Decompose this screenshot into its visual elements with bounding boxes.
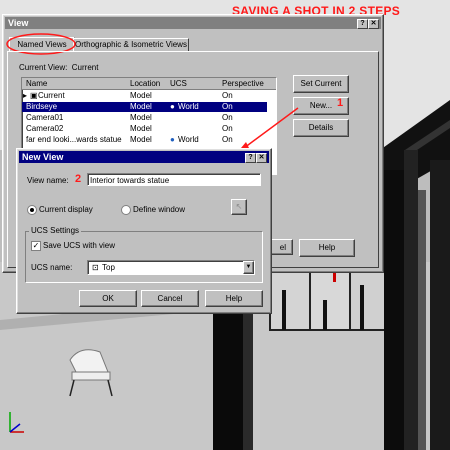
row-ucs: World <box>178 102 199 111</box>
step-2-marker: 2 <box>75 173 82 185</box>
radio-dot <box>30 208 34 212</box>
row-perspective: On <box>222 91 233 100</box>
row-name: Camera02 <box>26 124 64 133</box>
new-view-titlebar: New View ? ✕ <box>19 151 269 163</box>
cancel-button[interactable]: Cancel <box>141 290 199 307</box>
set-current-button[interactable]: Set Current <box>293 75 349 93</box>
row-perspective: On <box>222 113 233 122</box>
dropdown-arrow-icon[interactable]: ▼ <box>243 261 254 274</box>
view-dialog-title: View <box>8 18 29 28</box>
tab-ortho-iso[interactable]: Orthographic & Isometric Views <box>73 38 189 51</box>
list-item[interactable]: Birdseye Model ● World On <box>22 102 267 112</box>
ucs-settings-title: UCS Settings <box>29 226 82 235</box>
column-location[interactable]: Location <box>130 79 160 88</box>
close-icon[interactable]: ✕ <box>256 153 267 163</box>
help-button[interactable]: Help <box>299 239 355 257</box>
close-icon[interactable]: ✕ <box>368 19 379 29</box>
help-button[interactable]: Help <box>205 290 263 307</box>
row-name: Birdseye <box>26 102 58 111</box>
row-location: Model <box>130 91 152 100</box>
row-ucs: World <box>178 135 199 144</box>
ucs-name-select[interactable]: ⊡ Top ▼ <box>87 260 255 275</box>
column-name[interactable]: Name <box>26 79 47 88</box>
save-ucs-label: Save UCS with view <box>43 241 116 250</box>
ucs-icon: ⊡ <box>92 263 99 272</box>
ok-button[interactable]: OK <box>79 290 137 307</box>
column-perspective[interactable]: Perspective <box>222 79 264 88</box>
list-item[interactable]: ▸ ▣ Current Model On <box>22 91 267 101</box>
globe-icon: ● <box>170 135 175 144</box>
current-marker-icon: ▸ <box>23 91 28 100</box>
row-location: Model <box>130 113 152 122</box>
view-dialog-titlebar: View ? ✕ <box>5 17 381 29</box>
list-item[interactable]: Camera02 Model On <box>22 124 267 134</box>
row-name: Camera01 <box>26 113 64 122</box>
globe-icon: ● <box>170 102 175 111</box>
list-item[interactable]: Camera01 Model On <box>22 113 267 123</box>
list-header: Name Location UCS Perspective <box>22 78 276 90</box>
row-name: Current <box>38 91 65 100</box>
row-location: Model <box>130 124 152 133</box>
current-display-label: Current display <box>39 205 93 214</box>
help-icon[interactable]: ? <box>357 19 368 29</box>
column-ucs[interactable]: UCS <box>170 79 187 88</box>
row-perspective: On <box>222 135 233 144</box>
details-button[interactable]: Details <box>293 119 349 137</box>
help-icon[interactable]: ? <box>245 153 256 163</box>
new-view-title: New View <box>22 152 64 162</box>
view-name-input[interactable]: Interior towards statue <box>87 173 261 186</box>
view-icon: ▣ <box>30 91 38 100</box>
current-display-radio[interactable] <box>27 205 37 215</box>
row-location: Model <box>130 102 152 111</box>
current-view-value: Current <box>71 63 99 72</box>
list-item[interactable]: far end looki...wards statue Model ● Wor… <box>22 135 267 145</box>
row-perspective: On <box>222 124 233 133</box>
new-view-dialog: New View ? ✕ View name: 2 Interior towar… <box>16 148 272 314</box>
define-window-radio[interactable] <box>121 205 131 215</box>
define-window-label: Define window <box>133 205 186 214</box>
ucs-name-label: UCS name: <box>31 263 73 272</box>
current-view-label: Current View: Current <box>19 63 99 72</box>
view-name-label: View name: <box>27 176 69 185</box>
step-1-marker: 1 <box>337 97 344 109</box>
row-location: Model <box>130 135 152 144</box>
row-perspective: On <box>222 102 233 111</box>
row-name: far end looki...wards statue <box>26 135 122 144</box>
cursor-icon: ↖ <box>235 202 243 211</box>
save-ucs-checkbox[interactable]: ✓ <box>31 241 41 251</box>
ucs-settings-group <box>25 231 263 283</box>
pick-window-button[interactable]: ↖ <box>231 199 247 215</box>
